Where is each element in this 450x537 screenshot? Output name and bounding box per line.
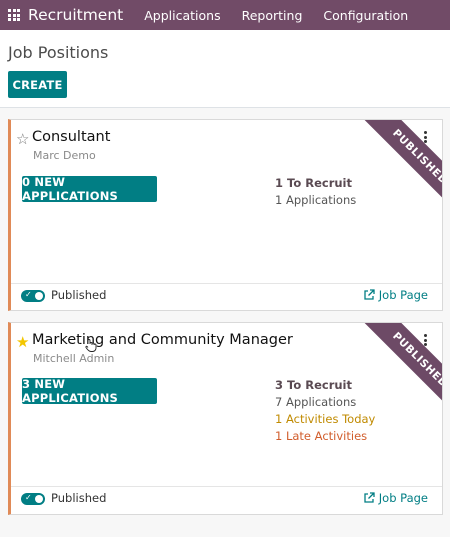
published-toggle[interactable]: ✓ bbox=[21, 493, 45, 505]
card-dropdown-icon[interactable] bbox=[422, 129, 429, 145]
menu-reporting[interactable]: Reporting bbox=[242, 8, 303, 23]
late-activities-link[interactable]: 1 Late Activities bbox=[275, 428, 375, 445]
job-title[interactable]: Marketing and Community Manager bbox=[32, 332, 293, 348]
create-button[interactable]: CREATE bbox=[8, 71, 67, 98]
external-link-icon bbox=[364, 289, 375, 300]
ribbon-label: PUBLISHED bbox=[361, 120, 442, 212]
published-toggle[interactable]: ✓ bbox=[21, 290, 45, 302]
top-navbar: Recruitment Applications Reporting Confi… bbox=[0, 0, 450, 30]
job-stats: 1 To Recruit 1 Applications bbox=[275, 175, 356, 209]
to-recruit-link[interactable]: 1 To Recruit bbox=[275, 175, 356, 192]
favorite-star-icon[interactable]: ☆ bbox=[16, 132, 29, 147]
control-panel: Job Positions CREATE bbox=[0, 30, 450, 108]
job-page-link[interactable]: Job Page bbox=[363, 491, 428, 505]
job-page-label: Job Page bbox=[378, 491, 428, 505]
to-recruit-link[interactable]: 3 To Recruit bbox=[275, 377, 375, 394]
favorite-star-icon[interactable]: ★ bbox=[16, 335, 29, 350]
job-title[interactable]: Consultant bbox=[32, 129, 110, 145]
published-label: Published bbox=[51, 491, 107, 505]
applications-link[interactable]: 1 Applications bbox=[275, 192, 356, 209]
job-card-consultant[interactable]: ☆ Consultant Marc Demo PUBLISHED 0 NEW A… bbox=[8, 119, 443, 311]
job-responsible: Marc Demo bbox=[33, 149, 96, 162]
menu-applications[interactable]: Applications bbox=[144, 8, 220, 23]
page-title: Job Positions bbox=[8, 43, 109, 62]
new-applications-button[interactable]: 0 NEW APPLICATIONS bbox=[22, 175, 157, 203]
job-stats: 3 To Recruit 7 Applications 1 Activities… bbox=[275, 377, 375, 445]
job-responsible: Mitchell Admin bbox=[33, 352, 115, 365]
check-icon: ✓ bbox=[25, 493, 32, 502]
published-label: Published bbox=[51, 288, 107, 302]
new-applications-button[interactable]: 3 NEW APPLICATIONS bbox=[22, 377, 157, 405]
activities-today-link[interactable]: 1 Activities Today bbox=[275, 411, 375, 428]
card-divider bbox=[11, 486, 442, 487]
check-icon: ✓ bbox=[25, 290, 32, 299]
app-name[interactable]: Recruitment bbox=[28, 6, 123, 24]
job-page-label: Job Page bbox=[378, 288, 428, 302]
job-page-link[interactable]: Job Page bbox=[363, 288, 428, 302]
external-link-icon bbox=[364, 492, 375, 503]
applications-link[interactable]: 7 Applications bbox=[275, 394, 375, 411]
job-card-marketing[interactable]: ★ Marketing and Community Manager Mitche… bbox=[8, 322, 443, 515]
menu-configuration[interactable]: Configuration bbox=[323, 8, 408, 23]
apps-menu-icon[interactable] bbox=[0, 0, 28, 30]
card-dropdown-icon[interactable] bbox=[422, 332, 429, 348]
card-divider bbox=[11, 283, 442, 284]
